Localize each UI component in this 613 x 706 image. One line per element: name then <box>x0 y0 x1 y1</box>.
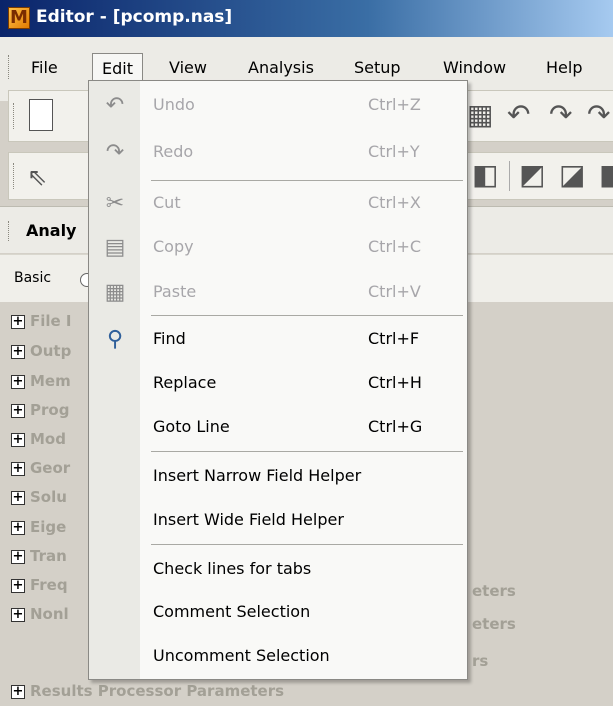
expand-icon[interactable]: + <box>11 375 25 389</box>
menu-insert-wide-field-helper[interactable]: Insert Wide Field Helper <box>89 502 467 542</box>
menu-check-lines-for-tabs[interactable]: Check lines for tabs <box>89 551 467 591</box>
menu-undo[interactable]: ↶ Undo Ctrl+Z <box>89 87 467 127</box>
menu-separator <box>151 451 463 452</box>
menu-copy[interactable]: ▤ Copy Ctrl+C <box>89 229 467 269</box>
tree-row-tail: eters <box>472 582 516 600</box>
menu-help[interactable]: Help <box>537 53 591 83</box>
menu-comment-selection[interactable]: Comment Selection <box>89 594 467 634</box>
toolbar-grip[interactable] <box>13 103 16 129</box>
tree-row-tail: eters <box>472 615 516 633</box>
menu-separator <box>151 544 463 545</box>
expand-icon[interactable]: + <box>11 685 25 699</box>
menu-goto-line[interactable]: Goto Line Ctrl+G <box>89 409 467 449</box>
menu-view[interactable]: View <box>160 53 216 83</box>
menu-cut[interactable]: ✂ Cut Ctrl+X <box>89 185 467 225</box>
scissors-icon: ✂ <box>105 191 125 216</box>
tree-row-tail: rs <box>472 652 489 670</box>
edit-dropdown-menu: ↶ Undo Ctrl+Z ↷ Redo Ctrl+Y ✂ Cut Ctrl+X… <box>88 80 468 680</box>
toolbar-grip[interactable] <box>13 163 16 189</box>
menu-uncomment-selection[interactable]: Uncomment Selection <box>89 638 467 678</box>
title-bar: M Editor - [pcomp.nas] <box>0 0 613 37</box>
redo-icon: ↷ <box>105 140 125 165</box>
paste-toolbar-icon[interactable]: ▦ <box>467 101 493 129</box>
window-title: Editor - [pcomp.nas] <box>36 7 233 27</box>
redo-toolbar-icon[interactable]: ↷ <box>549 101 572 129</box>
select-arrow-icon[interactable]: ⇖ <box>27 163 47 191</box>
menu-find[interactable]: ⚲ Find Ctrl+F <box>89 321 467 361</box>
redo-toolbar-icon[interactable]: ↷ <box>587 101 610 129</box>
expand-icon[interactable]: + <box>11 608 25 622</box>
cube-solid-icon[interactable]: ■ <box>599 161 613 189</box>
menu-window[interactable]: Window <box>434 53 515 83</box>
menu-setup[interactable]: Setup <box>345 53 410 83</box>
app-logo-icon: M <box>8 7 30 29</box>
expand-icon[interactable]: + <box>11 521 25 535</box>
cube-rotate-icon[interactable]: ◧ <box>472 161 498 189</box>
undo-toolbar-icon[interactable]: ↶ <box>507 101 530 129</box>
cube-shaded-icon[interactable]: ◪ <box>559 161 585 189</box>
expand-icon[interactable]: + <box>11 550 25 564</box>
analysis-panel-title: Analy <box>26 221 77 240</box>
expand-icon[interactable]: + <box>11 433 25 447</box>
expand-icon[interactable]: + <box>11 315 25 329</box>
expand-icon[interactable]: + <box>11 345 25 359</box>
menu-paste[interactable]: ▦ Paste Ctrl+V <box>89 274 467 314</box>
menu-file[interactable]: File <box>22 53 67 83</box>
copy-icon: ▤ <box>104 235 126 260</box>
basic-label: Basic <box>14 270 52 286</box>
expand-icon[interactable]: + <box>11 462 25 476</box>
expand-icon[interactable]: + <box>11 579 25 593</box>
menu-analysis[interactable]: Analysis <box>239 53 323 83</box>
paste-icon: ▦ <box>104 280 126 305</box>
new-file-icon[interactable] <box>29 99 53 131</box>
menubar-grip[interactable] <box>8 55 11 79</box>
menu-separator <box>151 315 463 316</box>
undo-icon: ↶ <box>105 93 125 118</box>
cube-icon[interactable]: ◩ <box>519 161 545 189</box>
expand-icon[interactable]: + <box>11 491 25 505</box>
menu-redo[interactable]: ↷ Redo Ctrl+Y <box>89 134 467 174</box>
panel-grip[interactable] <box>8 221 11 241</box>
expand-icon[interactable]: + <box>11 404 25 418</box>
magnifier-icon: ⚲ <box>106 327 124 352</box>
menu-replace[interactable]: Replace Ctrl+H <box>89 365 467 405</box>
toolbar-separator <box>509 161 510 191</box>
menu-insert-narrow-field-helper[interactable]: Insert Narrow Field Helper <box>89 458 467 498</box>
menu-separator <box>151 180 463 181</box>
